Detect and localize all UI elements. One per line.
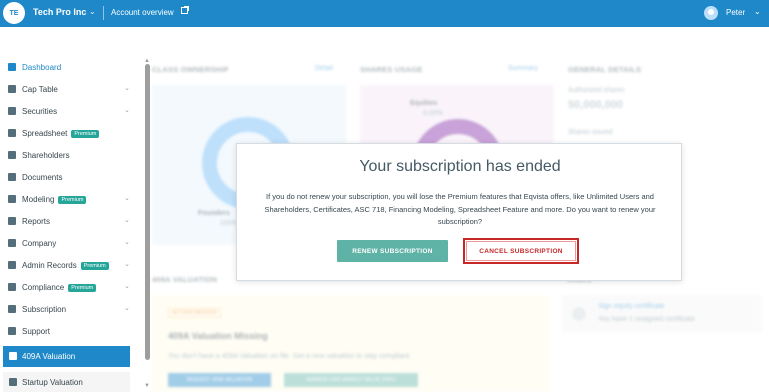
modal-title: Your subscription has ended — [359, 158, 561, 175]
sidebar-item-label: Cap Table — [22, 85, 58, 94]
dashboard-icon — [8, 63, 16, 71]
chevron-down-icon: ⌄ — [124, 107, 130, 114]
cap-table-icon — [8, 85, 16, 93]
sidebar-item-label: Spreadsheet — [22, 129, 68, 138]
premium-badge: Premium — [71, 129, 100, 138]
premium-badge: Premium — [68, 283, 97, 292]
chevron-down-icon: ⌄ — [124, 305, 130, 312]
startup-valuation-icon — [9, 378, 17, 386]
org-name[interactable]: Tech Pro Inc — [33, 7, 86, 17]
sidebar-item-label: Shareholders — [22, 151, 70, 160]
user-avatar-icon[interactable] — [704, 6, 718, 20]
sidebar-item-label: Compliance — [22, 283, 65, 292]
divider — [103, 6, 104, 20]
admin-records-icon — [8, 261, 16, 269]
shareholders-icon — [8, 151, 16, 159]
sidebar-item-label: Modeling — [22, 195, 55, 204]
sidebar-item-securities[interactable]: Securities ⌄ — [0, 101, 133, 121]
compliance-icon — [8, 283, 16, 291]
valuation-icon — [9, 352, 17, 360]
sidebar-item-compliance[interactable]: Compliance Premium ⌄ — [0, 277, 133, 297]
modal-body: If you do not renew your subscription, y… — [264, 192, 656, 226]
sidebar-item-label: 409A Valuation — [22, 352, 76, 361]
account-overview-link[interactable]: Account overview — [111, 8, 174, 17]
sidebar-item-cap-table[interactable]: Cap Table ⌄ — [0, 79, 133, 99]
chevron-down-icon[interactable]: ⌄ — [89, 7, 96, 16]
org-avatar[interactable]: TE — [3, 2, 25, 24]
chevron-down-icon: ⌄ — [124, 85, 130, 92]
chevron-down-icon: ⌄ — [124, 283, 130, 290]
chevron-down-icon: ⌄ — [124, 217, 130, 224]
sidebar-item-startup-valuation[interactable]: Startup Valuation — [3, 372, 130, 392]
sidebar-item-reports[interactable]: Reports ⌄ — [0, 211, 133, 231]
sidebar-item-label: Support — [22, 327, 51, 336]
premium-badge: Premium — [80, 261, 109, 270]
sidebar-item-subscription[interactable]: Subscription ⌄ — [0, 299, 133, 319]
sidebar-item-admin-records[interactable]: Admin Records Premium ⌄ — [0, 255, 133, 275]
sidebar-item-support[interactable]: Support — [0, 321, 133, 341]
sidebar-item-label: Startup Valuation — [22, 378, 83, 387]
documents-icon — [8, 173, 16, 181]
premium-badge: Premium — [58, 195, 87, 204]
chevron-down-icon: ⌄ — [124, 195, 130, 202]
sidebar-item-company[interactable]: Company ⌄ — [0, 233, 133, 253]
sidebar-item-label: Subscription — [22, 305, 67, 314]
modeling-icon — [8, 195, 16, 203]
sidebar-item-label: Securities — [22, 107, 58, 116]
securities-icon — [8, 107, 16, 115]
support-icon — [8, 327, 16, 335]
sidebar-item-spreadsheet[interactable]: Spreadsheet Premium — [0, 123, 133, 143]
sidebar-item-label: Admin Records — [22, 261, 77, 270]
sidebar-item-modeling[interactable]: Modeling Premium ⌄ — [0, 189, 133, 209]
company-icon — [8, 239, 16, 247]
sidebar-item-dashboard[interactable]: Dashboard — [0, 57, 133, 77]
cancel-subscription-highlight: CANCEL SUBSCRIPTION — [463, 238, 579, 264]
chevron-down-icon[interactable]: ⌄ — [754, 7, 761, 16]
cancel-subscription-button[interactable]: CANCEL SUBSCRIPTION — [466, 241, 576, 261]
subscription-ended-modal: Your subscription has ended If you do no… — [236, 143, 682, 281]
chevron-down-icon: ⌄ — [124, 239, 130, 246]
sidebar-item-label: Reports — [22, 217, 51, 226]
sidebar-item-label: Dashboard — [22, 63, 62, 72]
external-link-icon[interactable] — [181, 6, 189, 14]
sidebar-item-409a-valuation[interactable]: 409A Valuation — [3, 346, 130, 367]
subscription-icon — [8, 305, 16, 313]
sidebar-item-documents[interactable]: Documents — [0, 167, 133, 187]
chevron-down-icon: ⌄ — [124, 261, 130, 268]
sidebar-item-label: Company — [22, 239, 57, 248]
sidebar-item-label: Documents — [22, 173, 63, 182]
reports-icon — [8, 217, 16, 225]
spreadsheet-icon — [8, 129, 16, 137]
sidebar-item-shareholders[interactable]: Shareholders — [0, 145, 133, 165]
user-name[interactable]: Peter — [726, 8, 745, 17]
top-bar: TE Tech Pro Inc ⌄ Account overview Peter… — [0, 0, 769, 27]
sidebar: Dashboard Cap Table ⌄ Securities ⌄ Sprea… — [0, 27, 140, 392]
renew-subscription-button[interactable]: RENEW SUBSCRIPTION — [337, 240, 448, 262]
